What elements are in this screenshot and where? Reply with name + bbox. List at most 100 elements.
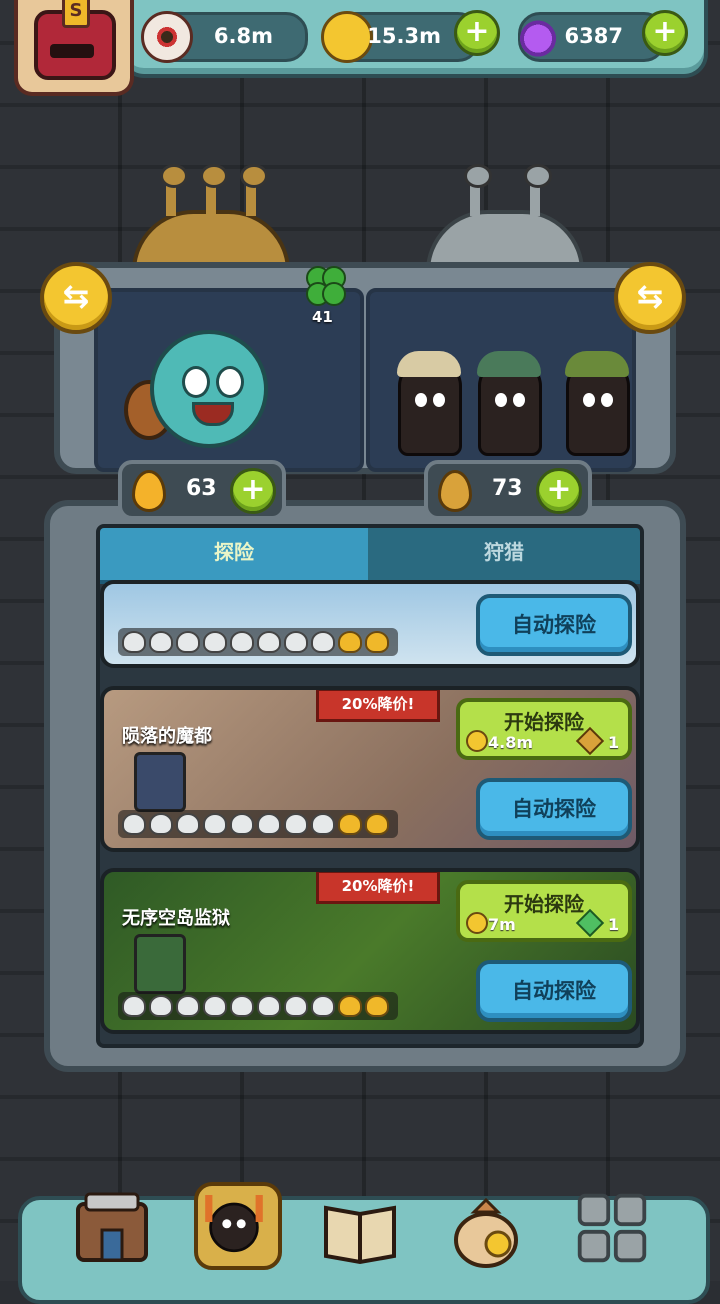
hunt-energy: 73 + — [424, 460, 592, 520]
auto-explore-button[interactable]: 自动探险 — [476, 960, 632, 1022]
explore-energy: 63 + — [118, 460, 286, 520]
hunter-hat — [565, 351, 629, 377]
add-explore-energy-button[interactable]: + — [230, 468, 276, 514]
stage-card-fallen-city[interactable]: 20%降价! 陨落的魔都 开始探险 4.8m 1 自动探险 — [100, 686, 640, 852]
skull-icon — [149, 995, 173, 1017]
gold-skull-icon — [338, 995, 362, 1017]
monster-eye — [216, 366, 244, 398]
skull-icon — [311, 813, 335, 835]
grid-menu-icon[interactable] — [574, 1190, 654, 1270]
discount-banner: 20%降价! — [316, 690, 440, 722]
stage-panel: 探险 狩猎 自动探险 20%降价! 陨落的魔都 开始探险 4.8m 1 自动探险 — [44, 500, 686, 1072]
hunter-eye — [415, 393, 427, 407]
shop-icon[interactable] — [72, 1190, 152, 1270]
eye-value: 6.8m — [213, 24, 273, 48]
gold-skull-icon — [365, 631, 389, 653]
stage-card-sky-prison[interactable]: 20%降价! 无序空岛监狱 开始探险 7m 1 自动探险 — [100, 868, 640, 1034]
explorer-monster[interactable] — [150, 330, 268, 448]
gold-skull-icon — [365, 995, 389, 1017]
hunter-eye — [495, 393, 507, 407]
stage-list[interactable]: 探险 狩猎 自动探险 20%降价! 陨落的魔都 开始探险 4.8m 1 自动探险 — [96, 524, 644, 1048]
difficulty-skulls — [118, 628, 398, 656]
swap-right-button[interactable]: ⇆ — [614, 262, 686, 334]
gem-qty: 1 — [608, 733, 620, 752]
add-potions-button[interactable]: + — [642, 10, 688, 56]
skull-icon — [230, 813, 254, 835]
antenna — [240, 164, 268, 216]
skull-icon — [257, 995, 281, 1017]
explore-energy-value: 63 — [186, 476, 217, 501]
skull-icon — [122, 995, 146, 1017]
tab-explore[interactable]: 探险 — [100, 528, 368, 584]
clover-icon — [306, 266, 346, 306]
swap-left-button[interactable]: ⇆ — [40, 262, 112, 334]
potion-value: 6387 — [564, 24, 623, 48]
skull-icon — [311, 631, 335, 653]
add-hunt-energy-button[interactable]: + — [536, 468, 582, 514]
hunt-energy-value: 73 — [492, 476, 523, 501]
start-label: 开始探险 — [504, 892, 584, 916]
gold-skull-icon — [338, 631, 362, 653]
gold-skull-icon — [365, 813, 389, 835]
start-cost: 4.8m — [488, 733, 534, 752]
antenna — [524, 164, 552, 216]
skull-icon — [149, 813, 173, 835]
skull-icon — [176, 995, 200, 1017]
resource-bar: 6.8m 15.3m + 6387 + — [120, 0, 708, 78]
start-explore-button[interactable]: 开始探险 4.8m 1 — [456, 698, 632, 760]
coin-bag-icon[interactable] — [446, 1190, 526, 1270]
skull-icon — [284, 995, 308, 1017]
rank-badge: S — [62, 0, 90, 28]
tab-hunt[interactable]: 狩猎 — [368, 528, 640, 584]
coin-icon — [321, 11, 373, 63]
auto-explore-button[interactable]: 自动探险 — [476, 778, 632, 840]
coin-icon — [466, 912, 488, 934]
stage-emblem-icon — [134, 752, 186, 812]
stage-name: 无序空岛监狱 — [122, 908, 230, 929]
add-coins-button[interactable]: + — [454, 10, 500, 56]
eyeball-icon — [141, 11, 193, 63]
hunter-monster[interactable] — [397, 351, 462, 456]
skull-icon — [284, 813, 308, 835]
skull-icon — [284, 631, 308, 653]
hunter-monster[interactable] — [565, 351, 630, 456]
player-avatar[interactable]: S — [14, 0, 134, 96]
hunter-eye — [513, 393, 525, 407]
skull-icon — [257, 631, 281, 653]
start-label: 开始探险 — [504, 710, 584, 734]
coin-value: 15.3m — [367, 24, 441, 48]
skull-icon — [230, 995, 254, 1017]
discount-banner: 20%降价! — [316, 872, 440, 904]
antenna — [160, 164, 188, 216]
skull-icon — [203, 631, 227, 653]
start-explore-button[interactable]: 开始探险 7m 1 — [456, 880, 632, 942]
gold-skull-icon — [338, 813, 362, 835]
skull-icon — [257, 813, 281, 835]
avatar-mouth — [50, 44, 94, 58]
hunter-eye — [583, 393, 595, 407]
hunter-eye — [601, 393, 613, 407]
clover-count: 41 — [312, 308, 333, 326]
hunter-hat — [477, 351, 541, 377]
hunter-monster[interactable] — [477, 351, 542, 456]
monster-eye — [182, 366, 210, 398]
start-cost: 7m — [488, 915, 516, 934]
book-icon[interactable] — [320, 1190, 400, 1270]
antenna — [464, 164, 492, 216]
antenna — [200, 164, 228, 216]
energy-drop-icon — [438, 470, 472, 512]
auto-explore-button[interactable]: 自动探险 — [476, 594, 632, 656]
skull-icon — [176, 631, 200, 653]
skull-icon — [122, 631, 146, 653]
stage-emblem-icon — [134, 934, 186, 994]
skull-icon — [176, 813, 200, 835]
skull-icon — [122, 813, 146, 835]
skull-icon — [230, 631, 254, 653]
potion-icon — [515, 11, 561, 57]
gem-qty: 1 — [608, 915, 620, 934]
skull-icon — [203, 995, 227, 1017]
monster-icon[interactable] — [194, 1182, 282, 1270]
hunter-eye — [433, 393, 445, 407]
stage-card-ice[interactable]: 自动探险 — [100, 580, 640, 668]
difficulty-skulls — [118, 992, 398, 1020]
